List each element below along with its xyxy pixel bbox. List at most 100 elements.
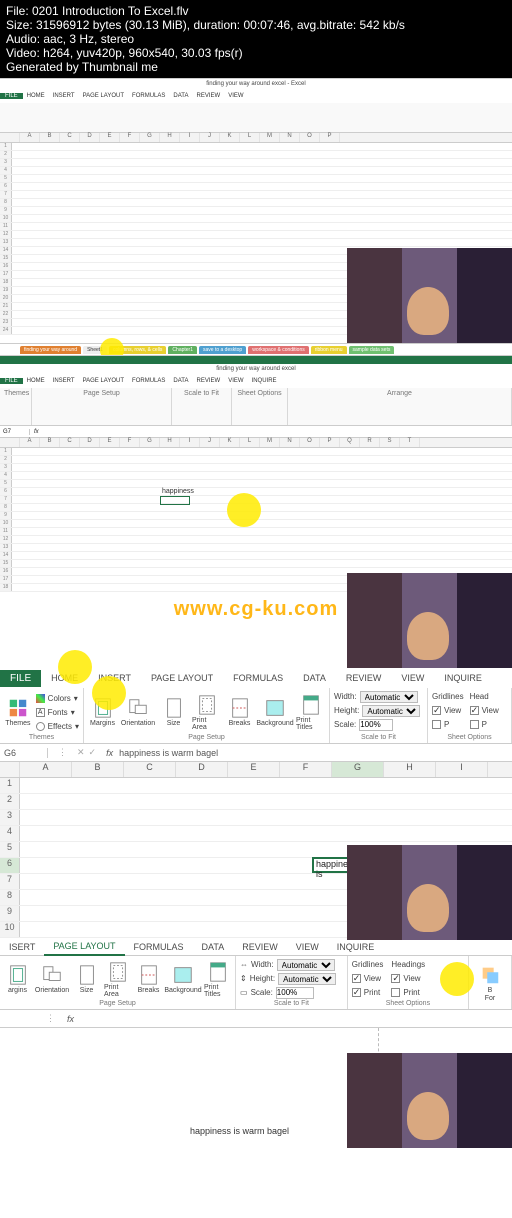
background-button[interactable]: Background (258, 697, 292, 727)
orientation-button[interactable]: Orientation (35, 964, 69, 994)
name-box[interactable]: G6 (0, 748, 48, 758)
tab-view[interactable]: VIEW (391, 670, 434, 686)
height-select[interactable]: ⇕ Height: Automatic (240, 972, 343, 985)
margins-button[interactable]: argins (4, 964, 31, 994)
fx-icon[interactable]: fx (30, 429, 43, 435)
thumbnail-panel-4: ISERT PAGE LAYOUT FORMULAS DATA REVIEW V… (0, 938, 512, 1148)
tab-page-layout[interactable]: PAGE LAYOUT (79, 378, 128, 384)
headings-view-checkbox[interactable]: View (391, 972, 425, 985)
group-label: Arrange (292, 390, 507, 397)
margins-button[interactable]: Margins (88, 697, 117, 727)
tab-inquire[interactable]: INQUIRE (248, 378, 281, 384)
sheet-tab[interactable]: ribbon menu (311, 346, 347, 354)
height-select[interactable]: Height: Automatic (334, 704, 423, 717)
tab-data[interactable]: DATA (169, 378, 192, 384)
headings-view-checkbox[interactable]: View (470, 704, 499, 717)
print-titles-button[interactable]: Print Titles (296, 694, 325, 731)
size-button[interactable]: Size (73, 964, 100, 994)
breaks-button[interactable]: Breaks (225, 697, 254, 727)
sheet-tab[interactable]: save to a desktop (199, 346, 246, 354)
tab-data[interactable]: DATA (169, 93, 192, 99)
tab-inquire[interactable]: INQUIRE (328, 939, 384, 955)
formula-text[interactable]: happiness is warm bagel (119, 748, 218, 758)
tab-insert[interactable]: INSERT (88, 670, 141, 686)
tab-inquire[interactable]: INQUIRE (434, 670, 492, 686)
tab-data[interactable]: DATA (193, 939, 234, 955)
tab-view[interactable]: VIEW (224, 93, 247, 99)
width-select[interactable]: ⇔ Width: Automatic (240, 958, 343, 971)
sheet-tab[interactable]: columns, rows, & cells (109, 346, 166, 354)
tab-home[interactable]: HOME (41, 670, 88, 686)
breaks-icon (229, 697, 251, 719)
breaks-button[interactable]: Breaks (135, 964, 162, 994)
tab-data[interactable]: DATA (293, 670, 336, 686)
gridlines-print-checkbox[interactable]: P (432, 718, 464, 731)
tab-page-layout[interactable]: PAGE LAYOUT (141, 670, 223, 686)
width-select[interactable]: Width: Automatic (334, 690, 423, 703)
colors-button[interactable]: Colors▾ (36, 692, 79, 705)
scale-input[interactable]: Scale: (334, 718, 423, 731)
background-icon (172, 964, 194, 986)
headings-print-checkbox[interactable]: Print (391, 986, 425, 999)
tab-file[interactable]: FILE (0, 670, 41, 687)
tab-view[interactable]: VIEW (287, 939, 328, 955)
group-label: Sheet Options (352, 1000, 464, 1007)
grid-rows[interactable]: 1 2 3 4 5 6happiness is 7 8 9 10 (0, 778, 512, 938)
width-dropdown: Automatic (360, 691, 418, 703)
colors-icon (36, 694, 45, 703)
tab-formulas[interactable]: FORMULAS (128, 378, 169, 384)
spreadsheet-grid[interactable]: happiness is warm bagel (0, 1028, 512, 1148)
group-label: Scale to Fit (334, 734, 423, 741)
gridlines-print-checkbox[interactable]: Print (352, 986, 384, 999)
sheet-tab[interactable]: Sheet1 (83, 346, 107, 354)
tab-review[interactable]: REVIEW (193, 93, 225, 99)
tab-review[interactable]: REVIEW (336, 670, 392, 686)
tab-file[interactable]: FILE (0, 378, 23, 384)
tab-home[interactable]: HOME (23, 378, 49, 384)
sheet-tab[interactable]: Chapter1 (168, 346, 197, 354)
print-area-button[interactable]: Print Area (192, 694, 221, 731)
sheet-tab[interactable]: finding your way around (20, 346, 81, 354)
print-titles-button[interactable]: Print Titles (204, 961, 231, 998)
effects-button[interactable]: Effects▾ (36, 720, 79, 733)
gridlines-view-checkbox[interactable]: View (352, 972, 384, 985)
headings-label: Head (470, 690, 499, 703)
spreadsheet-grid[interactable]: ABCDEFGHIJKLMNOP 12345678910111213141516… (0, 133, 512, 343)
fonts-button[interactable]: AFonts▾ (36, 706, 79, 719)
tab-formulas[interactable]: FORMULAS (125, 939, 193, 955)
fx-icon[interactable]: fx (61, 1014, 80, 1024)
tab-review[interactable]: REVIEW (193, 378, 225, 384)
sheet-tab[interactable]: sample data sets (349, 346, 395, 354)
size-button[interactable]: Size (159, 697, 188, 727)
grid-rows[interactable]: 123456789101112131415161718 (0, 448, 512, 592)
gridlines-view-checkbox[interactable]: View (432, 704, 464, 717)
tab-page-layout[interactable]: PAGE LAYOUT (79, 93, 128, 99)
scale-field (276, 987, 314, 999)
tab-home[interactable]: HOME (23, 93, 49, 99)
tab-formulas[interactable]: FORMULAS (128, 93, 169, 99)
name-box[interactable]: G7 (0, 429, 30, 435)
tab-view[interactable]: VIEW (224, 378, 247, 384)
group-sheet-options: Gridlines View P Head View P Sheet Optio… (428, 688, 512, 743)
tab-insert[interactable]: ISERT (0, 939, 44, 955)
tab-file[interactable]: FILE (0, 93, 23, 99)
group-label: Scale to Fit (176, 390, 227, 397)
tab-formulas[interactable]: FORMULAS (223, 670, 293, 686)
headings-print-checkbox[interactable]: P (470, 718, 499, 731)
tab-insert[interactable]: INSERT (49, 93, 79, 99)
bring-forward-button[interactable]: BFor (473, 964, 507, 1002)
background-button[interactable]: Background (166, 964, 200, 994)
tab-review[interactable]: REVIEW (233, 939, 287, 955)
group-label: Themes (4, 734, 79, 741)
print-area-button[interactable]: Print Area (104, 961, 131, 998)
sheet-tab[interactable]: workspace & conditions (248, 346, 309, 354)
scale-input[interactable]: ▭ Scale: (240, 986, 343, 999)
tab-page-layout[interactable]: PAGE LAYOUT (44, 938, 124, 956)
effects-icon (36, 722, 45, 731)
spreadsheet-grid[interactable]: ABCDEFGHIJKLMNOPQRST 1234567891011121314… (0, 438, 512, 668)
fx-icon[interactable]: fx (100, 748, 119, 758)
active-cell[interactable] (160, 496, 190, 505)
themes-button[interactable]: Themes (4, 697, 32, 727)
tab-insert[interactable]: INSERT (49, 378, 79, 384)
orientation-button[interactable]: Orientation (121, 697, 155, 727)
